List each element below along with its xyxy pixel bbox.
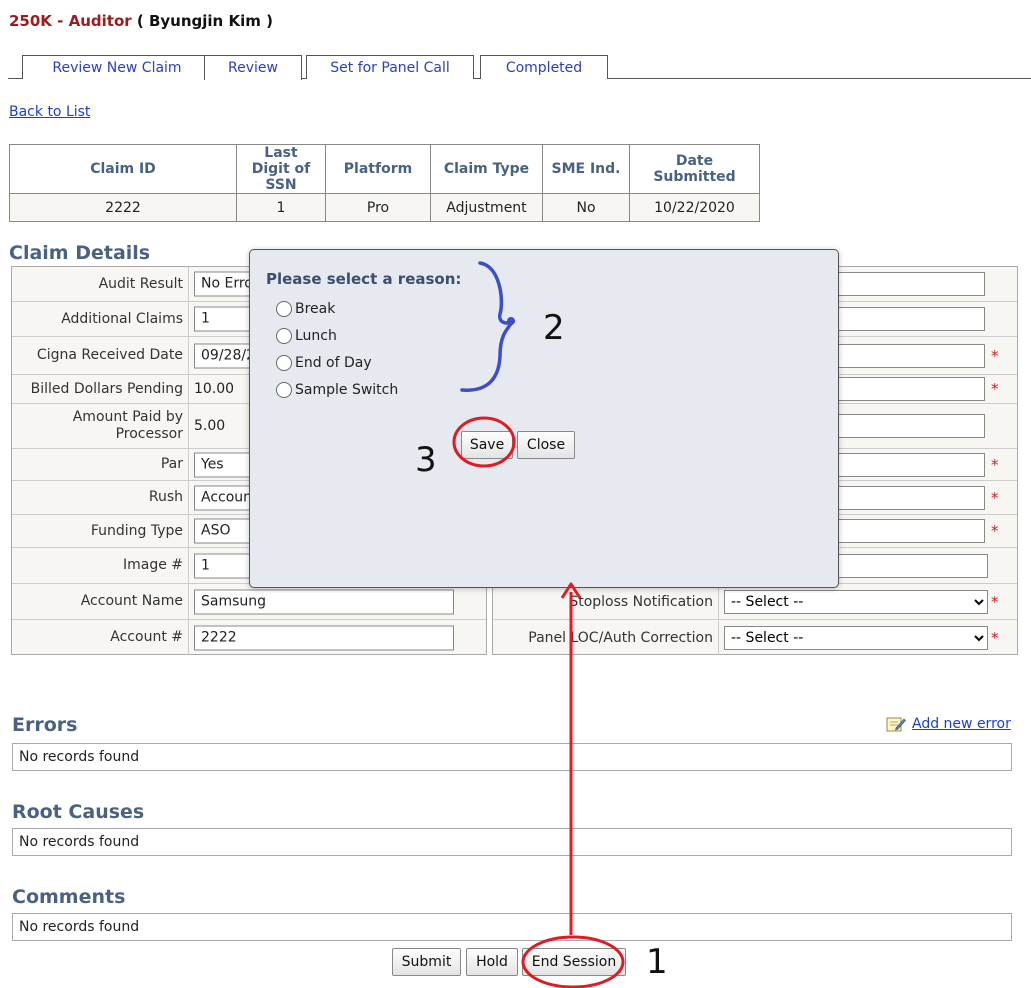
required-marker: * <box>991 488 999 507</box>
required-marker: * <box>991 346 999 365</box>
option-label: Lunch <box>295 328 337 344</box>
option-label: End of Day <box>295 355 372 371</box>
add-new-error[interactable]: Add new error <box>886 716 1011 732</box>
field-label: Cigna Received Date <box>12 337 189 374</box>
field-label: Amount Paid by Processor <box>12 404 189 448</box>
table-cell: 1 <box>236 193 326 222</box>
billed-dollars-value: 10.00 <box>194 381 235 397</box>
required-marker: * <box>991 455 999 474</box>
field-label: Rush <box>12 481 189 514</box>
required-marker: * <box>991 380 999 398</box>
end-session-button[interactable]: End Session <box>522 948 626 976</box>
errors-list: No records found <box>12 743 1012 771</box>
tab-review[interactable]: Review <box>204 55 302 80</box>
root-causes-list: No records found <box>12 828 1012 856</box>
reason-option-end-of-day[interactable]: End of Day <box>276 355 372 371</box>
back-to-list-link[interactable]: Back to List <box>9 104 90 120</box>
reason-option-break[interactable]: Break <box>276 301 335 317</box>
field-label: Image # <box>12 548 189 583</box>
errors-title: Errors <box>12 714 78 736</box>
stoploss-notification-select[interactable]: -- Select -- <box>724 589 988 614</box>
option-label: Sample Switch <box>295 382 399 398</box>
table-row: 2222 1 Pro Adjustment No 10/22/2020 <box>9 193 760 222</box>
column-header: Platform <box>325 144 431 194</box>
table-cell: Pro <box>325 193 431 222</box>
field-label: Account # <box>12 620 189 655</box>
table-cell: 2222 <box>9 193 237 222</box>
dialog-save-button[interactable]: Save <box>461 431 513 459</box>
field-label: Billed Dollars Pending <box>12 375 189 403</box>
field-label: Additional Claims <box>12 302 189 336</box>
tab-completed[interactable]: Completed <box>480 55 608 79</box>
table-cell: No <box>542 193 630 222</box>
required-marker: * <box>991 592 999 611</box>
submit-button[interactable]: Submit <box>392 948 461 976</box>
field-label: Panel LOC/Auth Correction <box>493 620 719 655</box>
user-name: ( Byungjin Kim ) <box>136 12 273 30</box>
column-header: Claim ID <box>9 144 237 194</box>
tab-set-for-panel-call[interactable]: Set for Panel Call <box>306 55 474 79</box>
step-number-1: 1 <box>646 942 668 982</box>
table-cell: Adjustment <box>430 193 543 222</box>
field-label: Funding Type <box>12 515 189 547</box>
column-header: Date Submitted <box>629 144 760 194</box>
radio-button[interactable] <box>276 382 292 398</box>
panel-loc-auth-row: Panel LOC/Auth Correction -- Select -- * <box>493 620 1017 655</box>
reason-option-lunch[interactable]: Lunch <box>276 328 337 344</box>
radio-button[interactable] <box>276 301 292 317</box>
stoploss-notification-row: Stoploss Notification -- Select -- * <box>493 584 1017 620</box>
tab-review-new-claim[interactable]: Review New Claim <box>22 55 212 79</box>
comments-list: No records found <box>12 913 1012 941</box>
step-number-2: 2 <box>543 308 565 348</box>
step-number-3: 3 <box>415 440 437 480</box>
account-name-row: Account Name Samsung <box>12 584 486 620</box>
account-number-input[interactable]: 2222 <box>194 625 454 650</box>
page-header: 250K - Auditor ( Byungjin Kim ) <box>9 12 273 30</box>
edit-note-icon <box>886 716 906 732</box>
dialog-close-button[interactable]: Close <box>517 431 575 459</box>
comments-title: Comments <box>12 886 126 908</box>
table-cell: 10/22/2020 <box>629 193 760 222</box>
radio-button[interactable] <box>276 328 292 344</box>
dialog-title: Please select a reason: <box>266 270 462 288</box>
claim-summary-table: Claim ID Last Digit of SSN Platform Clai… <box>9 144 760 222</box>
column-header: SME Ind. <box>542 144 630 194</box>
add-new-error-link[interactable]: Add new error <box>912 716 1011 732</box>
field-label: Account Name <box>12 584 189 619</box>
amount-paid-value: 5.00 <box>194 418 226 434</box>
option-label: Break <box>295 301 336 317</box>
field-label: Par <box>12 449 189 480</box>
field-label: Audit Result <box>12 267 189 301</box>
account-number-row: Account # 2222 <box>12 620 486 655</box>
required-marker: * <box>991 628 999 647</box>
panel-loc-auth-select[interactable]: -- Select -- <box>724 625 988 650</box>
claim-details-title: Claim Details <box>9 242 151 264</box>
reason-option-sample-switch[interactable]: Sample Switch <box>276 382 398 398</box>
hold-button[interactable]: Hold <box>466 948 518 976</box>
role-title: 250K - Auditor <box>9 12 132 30</box>
root-causes-title: Root Causes <box>12 801 145 823</box>
tab-bar: Review New Claim Review Set for Panel Ca… <box>8 55 1031 80</box>
required-marker: * <box>991 522 999 540</box>
field-label: Stoploss Notification <box>493 584 719 619</box>
column-header: Claim Type <box>430 144 543 194</box>
table-header-row: Claim ID Last Digit of SSN Platform Clai… <box>9 144 760 194</box>
column-header: Last Digit of SSN <box>236 144 326 194</box>
account-name-input[interactable]: Samsung <box>194 589 454 614</box>
radio-button[interactable] <box>276 355 292 371</box>
reason-dialog: Please select a reason: Break Lunch End … <box>249 249 839 588</box>
